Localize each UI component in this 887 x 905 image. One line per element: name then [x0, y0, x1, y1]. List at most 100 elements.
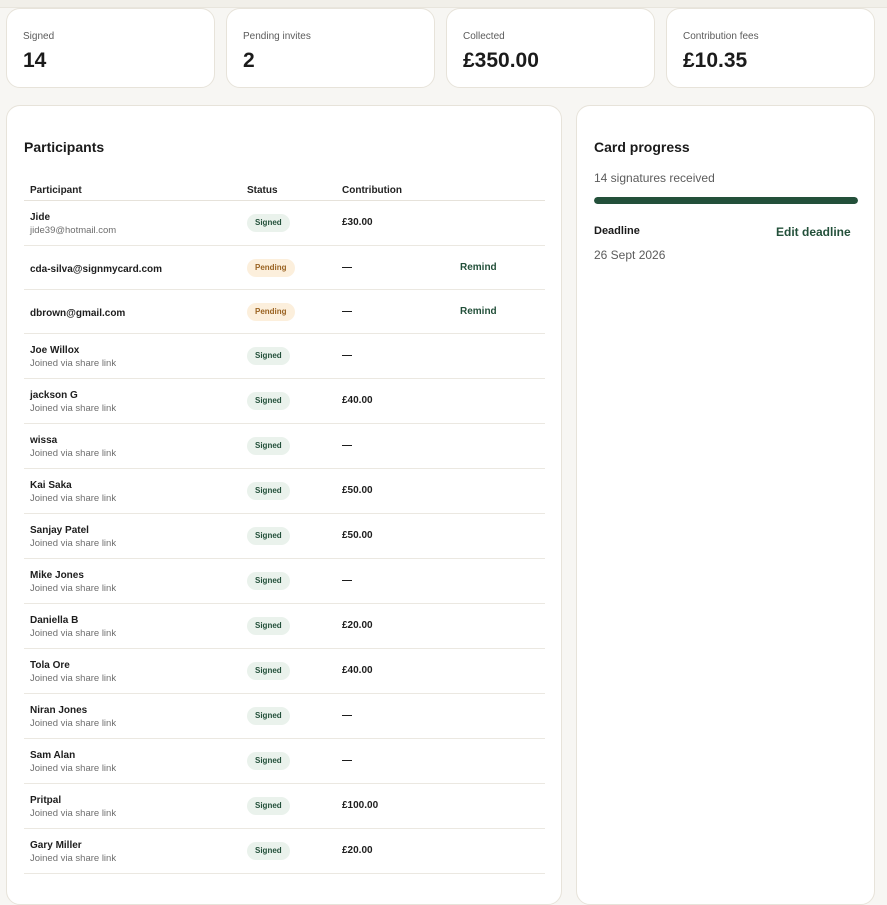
- table-row: Jide jide39@hotmail.com Signed £30.00: [24, 201, 545, 246]
- contribution-amount: £20.00: [342, 620, 373, 631]
- participant-name: Sanjay Patel: [30, 525, 89, 536]
- participant-detail: jide39@hotmail.com: [30, 225, 117, 236]
- contribution-amount: —: [342, 440, 352, 451]
- table-row: Sanjay Patel Joined via share link Signed £…: [24, 514, 545, 559]
- status-badge: Signed: [247, 572, 290, 590]
- contribution-amount: £30.00: [342, 217, 373, 228]
- column-header-contribution: Contribution: [342, 185, 402, 196]
- participant-name: cda-silva@signmycard.com: [30, 264, 163, 275]
- signatures-received-text: 14 signatures received: [594, 171, 715, 185]
- participant-detail: Joined via share link: [30, 763, 117, 774]
- stat-label: Collected: [463, 31, 505, 42]
- remind-button[interactable]: Remind: [460, 262, 497, 273]
- status-badge: Signed: [247, 482, 290, 500]
- contribution-amount: —: [342, 710, 352, 721]
- participant-detail: Joined via share link: [30, 538, 117, 549]
- contribution-amount: £50.00: [342, 485, 373, 496]
- edit-deadline-button[interactable]: Edit deadline: [776, 225, 851, 239]
- contribution-amount: £40.00: [342, 665, 373, 676]
- status-badge: Signed: [247, 347, 290, 365]
- participant-detail: Joined via share link: [30, 358, 117, 369]
- participant-name: Mike Jones: [30, 570, 84, 581]
- participant-name: Pritpal: [30, 795, 62, 806]
- stat-value: £350.00: [463, 49, 539, 72]
- table-row: Niran Jones Joined via share link Signed —: [24, 694, 545, 739]
- contribution-amount: —: [342, 350, 352, 361]
- contribution-amount: —: [342, 306, 352, 317]
- participant-detail: Joined via share link: [30, 403, 117, 414]
- contribution-amount: —: [342, 262, 352, 273]
- table-row: cda-silva@signmycard.com Pending — Remind: [24, 246, 545, 290]
- stat-card-contribution-fees: Contribution fees £10.35: [666, 8, 875, 88]
- top-divider: [0, 0, 887, 8]
- status-badge: Signed: [247, 797, 290, 815]
- participant-detail: Joined via share link: [30, 583, 117, 594]
- table-row: wissa Joined via share link Signed —: [24, 424, 545, 469]
- participants-title: Participants: [24, 139, 105, 155]
- card-progress-title: Card progress: [594, 139, 690, 155]
- status-badge: Signed: [247, 707, 290, 725]
- participant-detail: Joined via share link: [30, 493, 117, 504]
- table-row: Sam Alan Joined via share link Signed —: [24, 739, 545, 784]
- stat-card-collected: Collected £350.00: [446, 8, 655, 88]
- stat-card-signed: Signed 14: [6, 8, 215, 88]
- participant-name: jackson G: [30, 390, 78, 401]
- participant-name: Niran Jones: [30, 705, 88, 716]
- contribution-amount: £50.00: [342, 530, 373, 541]
- participant-name: wissa: [30, 435, 58, 446]
- card-progress-panel: Card progress 14 signatures received Dea…: [576, 105, 875, 905]
- status-badge: Signed: [247, 752, 290, 770]
- stat-value: 2: [243, 49, 255, 72]
- table-row: Joe Willox Joined via share link Signed —: [24, 334, 545, 379]
- table-row: Pritpal Joined via share link Signed £100.0…: [24, 784, 545, 829]
- participant-detail: Joined via share link: [30, 808, 117, 819]
- status-badge: Signed: [247, 527, 290, 545]
- participant-name: Joe Willox: [30, 345, 80, 356]
- column-header-participant: Participant: [30, 185, 82, 196]
- participant-detail: Joined via share link: [30, 718, 117, 729]
- participant-name: Jide: [30, 212, 51, 223]
- participant-name: Daniella B: [30, 615, 79, 626]
- contribution-amount: —: [342, 755, 352, 766]
- status-badge: Pending: [247, 259, 295, 277]
- status-badge: Signed: [247, 214, 290, 232]
- participant-detail: Joined via share link: [30, 448, 117, 459]
- participant-name: Gary Miller: [30, 840, 82, 851]
- contribution-amount: —: [342, 575, 352, 586]
- participant-detail: Joined via share link: [30, 628, 117, 639]
- status-badge: Signed: [247, 392, 290, 410]
- deadline-label: Deadline: [594, 225, 640, 237]
- progress-bar: [594, 197, 858, 204]
- table-row: Tola Ore Joined via share link Signed £40.0…: [24, 649, 545, 694]
- status-badge: Signed: [247, 437, 290, 455]
- table-row: Kai Saka Joined via share link Signed £50.0…: [24, 469, 545, 514]
- stat-label: Signed: [23, 31, 55, 42]
- participant-name: Tola Ore: [30, 660, 70, 671]
- participants-panel: Participants Participant Status Contribu…: [6, 105, 562, 905]
- contribution-amount: £20.00: [342, 845, 373, 856]
- status-badge: Pending: [247, 303, 295, 321]
- stat-value: £10.35: [683, 49, 748, 72]
- table-row: jackson G Joined via share link Signed £40.…: [24, 379, 545, 424]
- participant-detail: Joined via share link: [30, 673, 117, 684]
- status-badge: Signed: [247, 617, 290, 635]
- column-header-status: Status: [247, 185, 278, 196]
- stat-label: Pending invites: [243, 31, 311, 42]
- participant-detail: Joined via share link: [30, 853, 117, 864]
- remind-button[interactable]: Remind: [460, 306, 497, 317]
- contribution-amount: £100.00: [342, 800, 379, 811]
- contribution-amount: £40.00: [342, 395, 373, 406]
- participant-name: dbrown@gmail.com: [30, 308, 126, 319]
- stat-card-pending-invites: Pending invites 2: [226, 8, 435, 88]
- progress-bar-fill: [594, 197, 858, 204]
- participant-name: Sam Alan: [30, 750, 76, 761]
- deadline-date: 26 Sept 2026: [594, 248, 666, 262]
- participants-table-header: Participant Status Contribution: [24, 172, 545, 201]
- stat-label: Contribution fees: [683, 31, 759, 42]
- status-badge: Signed: [247, 842, 290, 860]
- status-badge: Signed: [247, 662, 290, 680]
- participant-name: Kai Saka: [30, 480, 72, 491]
- stat-value: 14: [23, 49, 47, 72]
- participants-table-body: Jide jide39@hotmail.com Signed £30.00 cda-si…: [24, 201, 545, 874]
- table-row: Daniella B Joined via share link Signed £20…: [24, 604, 545, 649]
